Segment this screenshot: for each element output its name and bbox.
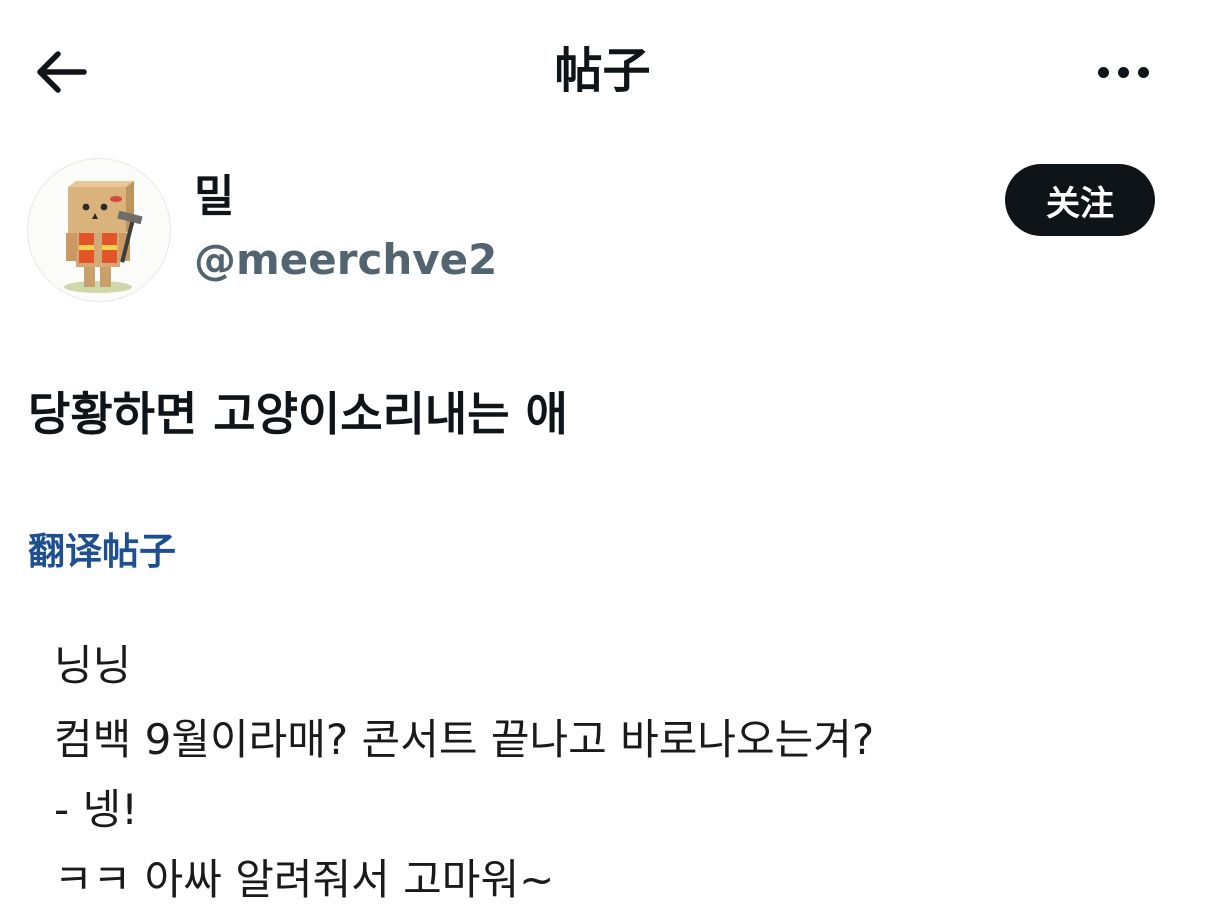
- user-handle[interactable]: @meerchve2: [194, 232, 497, 288]
- page-title: 帖子: [554, 43, 651, 99]
- image-text-line: 닝닝: [54, 641, 132, 690]
- image-text-line: 컴백 9월이라매? 콘서트 끝나고 바로나오는겨?: [54, 715, 875, 764]
- image-text-line: - 넹!: [54, 785, 138, 834]
- avatar[interactable]: [27, 158, 171, 302]
- translate-post-link[interactable]: 翻译帖子: [28, 526, 176, 578]
- image-text-line: ㅋㅋ 아싸 알려줘서 고마워~: [54, 855, 555, 904]
- more-horizontal-icon: [1097, 66, 1149, 78]
- post-text: 당황하면 고양이소리내는 애: [28, 387, 568, 441]
- more-options-button[interactable]: [1086, 46, 1160, 98]
- follow-button[interactable]: 关注: [1005, 164, 1155, 236]
- danbo-cardboard-figure-avatar: [64, 181, 143, 293]
- post-image[interactable]: 닝닝 컴백 9월이라매? 콘서트 끝나고 바로나오는겨? - 넹! ㅋㅋ 아싸 …: [28, 612, 1178, 923]
- display-name[interactable]: 밀: [194, 168, 234, 226]
- top-bar: 帖子: [0, 0, 1205, 140]
